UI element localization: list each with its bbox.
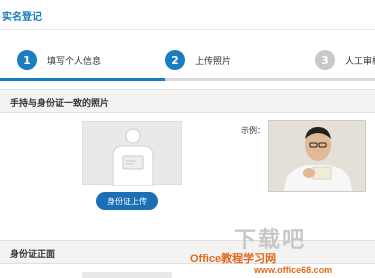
handheld-photo-placeholder[interactable] — [82, 121, 182, 187]
step-progress: 1 填写个人信息 2 上传照片 3 人工审核 — [0, 30, 375, 82]
page-title: 实名登记 — [2, 12, 42, 23]
step-2-number: 2 — [165, 50, 185, 70]
section-id-front-title: 身份证正面 — [10, 250, 56, 260]
id-front-placeholder[interactable] — [82, 272, 172, 278]
step-1-label: 填写个人信息 — [47, 56, 102, 67]
step-2-label: 上传照片 — [195, 56, 232, 67]
step-3-number: 3 — [315, 50, 335, 70]
example-label: 示例： — [241, 126, 265, 135]
section-handheld-title: 手持与身份证一致的照片 — [10, 99, 110, 109]
watermark: 下载吧 Office教程学习网 www.office68.com — [190, 222, 375, 278]
watermark-line2: www.office68.com — [254, 265, 333, 275]
example-person-image — [269, 121, 365, 191]
progress-fill — [0, 78, 165, 81]
example-photo — [268, 120, 366, 192]
step-3: 3 人工审核 — [315, 50, 375, 70]
step-3-label: 人工审核 — [345, 56, 375, 67]
step-1-number: 1 — [17, 50, 37, 70]
page-header: 实名登记 — [0, 0, 375, 30]
step-2: 2 上传照片 — [165, 50, 231, 70]
watermark-line1: Office教程学习网 — [190, 253, 277, 265]
id-upload-button[interactable]: 身份证上传 — [96, 192, 158, 210]
step-1: 1 填写个人信息 — [17, 50, 101, 70]
section-handheld-photo: 手持与身份证一致的照片 — [0, 89, 375, 113]
person-id-icon — [112, 128, 154, 187]
